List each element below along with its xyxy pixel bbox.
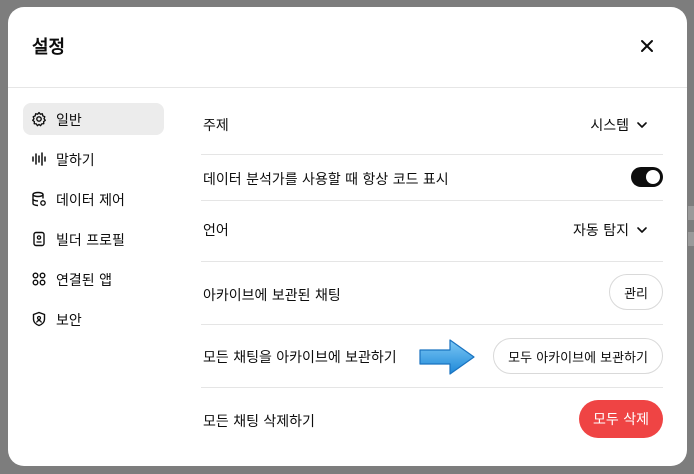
language-dropdown[interactable]: 자동 탐지	[573, 220, 649, 240]
settings-row-show-code: 데이터 분석가를 사용할 때 항상 코드 표시	[201, 155, 663, 201]
sidebar-item-builder-profile[interactable]: 빌더 프로필	[23, 223, 164, 255]
apps-grid-icon	[31, 271, 47, 287]
background-peek	[688, 232, 694, 246]
close-icon	[641, 40, 653, 52]
theme-dropdown[interactable]: 시스템	[590, 115, 649, 135]
settings-row-language: 언어 자동 탐지	[201, 201, 663, 262]
database-icon	[31, 191, 47, 207]
archive-all-button[interactable]: 모두 아카이브에 보관하기	[493, 338, 663, 374]
background-peek	[688, 206, 694, 220]
close-button[interactable]	[635, 34, 659, 58]
show-code-label: 데이터 분석가를 사용할 때 항상 코드 표시	[203, 172, 449, 188]
settings-sidebar: 일반 말하기 데이터 제어 빌더 프로필 연결된 앱 보안	[23, 103, 164, 343]
sidebar-item-label: 연결된 앱	[56, 273, 112, 289]
sidebar-item-label: 보안	[56, 313, 82, 329]
theme-label: 주제	[203, 118, 229, 134]
sidebar-item-connected-apps[interactable]: 연결된 앱	[23, 263, 164, 295]
sidebar-item-data-controls[interactable]: 데이터 제어	[23, 183, 164, 215]
gear-icon	[31, 111, 47, 127]
sidebar-item-label: 말하기	[56, 153, 95, 169]
archive-all-label: 모든 채팅을 아카이브에 보관하기	[203, 350, 397, 366]
settings-dialog: 설정 일반 말하기 데이터 제어 빌더 프로필 연결된 앱 보안 주제 시스템 …	[8, 7, 687, 466]
settings-row-archived-chats: 아카이브에 보관된 채팅 관리	[201, 262, 663, 325]
settings-row-delete-all: 모든 채팅 삭제하기 모두 삭제	[201, 388, 663, 450]
language-value: 자동 탐지	[573, 223, 629, 239]
dialog-header: 설정	[8, 7, 687, 88]
settings-content: 주제 시스템 데이터 분석가를 사용할 때 항상 코드 표시 언어 자동 탐지	[201, 93, 663, 450]
settings-row-theme: 주제 시스템	[201, 93, 663, 155]
sidebar-item-speech[interactable]: 말하기	[23, 143, 164, 175]
sidebar-item-label: 데이터 제어	[56, 193, 125, 209]
show-code-toggle[interactable]	[631, 167, 663, 187]
sidebar-item-security[interactable]: 보안	[23, 303, 164, 335]
toggle-knob	[646, 170, 660, 184]
delete-all-button[interactable]: 모두 삭제	[579, 400, 663, 438]
delete-all-label: 모든 채팅 삭제하기	[203, 414, 315, 430]
sidebar-item-general[interactable]: 일반	[23, 103, 164, 135]
sidebar-item-label: 빌더 프로필	[56, 233, 125, 249]
language-label: 언어	[203, 223, 229, 239]
chevron-down-icon	[635, 223, 649, 237]
sidebar-item-label: 일반	[56, 113, 82, 129]
manage-archived-button[interactable]: 관리	[609, 274, 663, 310]
chevron-down-icon	[635, 118, 649, 132]
archived-chats-label: 아카이브에 보관된 채팅	[203, 288, 341, 304]
dialog-title: 설정	[32, 37, 66, 58]
waveform-icon	[31, 151, 47, 167]
theme-value: 시스템	[590, 118, 629, 134]
blue-arrow-icon	[419, 339, 475, 375]
id-card-icon	[31, 231, 47, 247]
shield-icon	[31, 311, 47, 327]
